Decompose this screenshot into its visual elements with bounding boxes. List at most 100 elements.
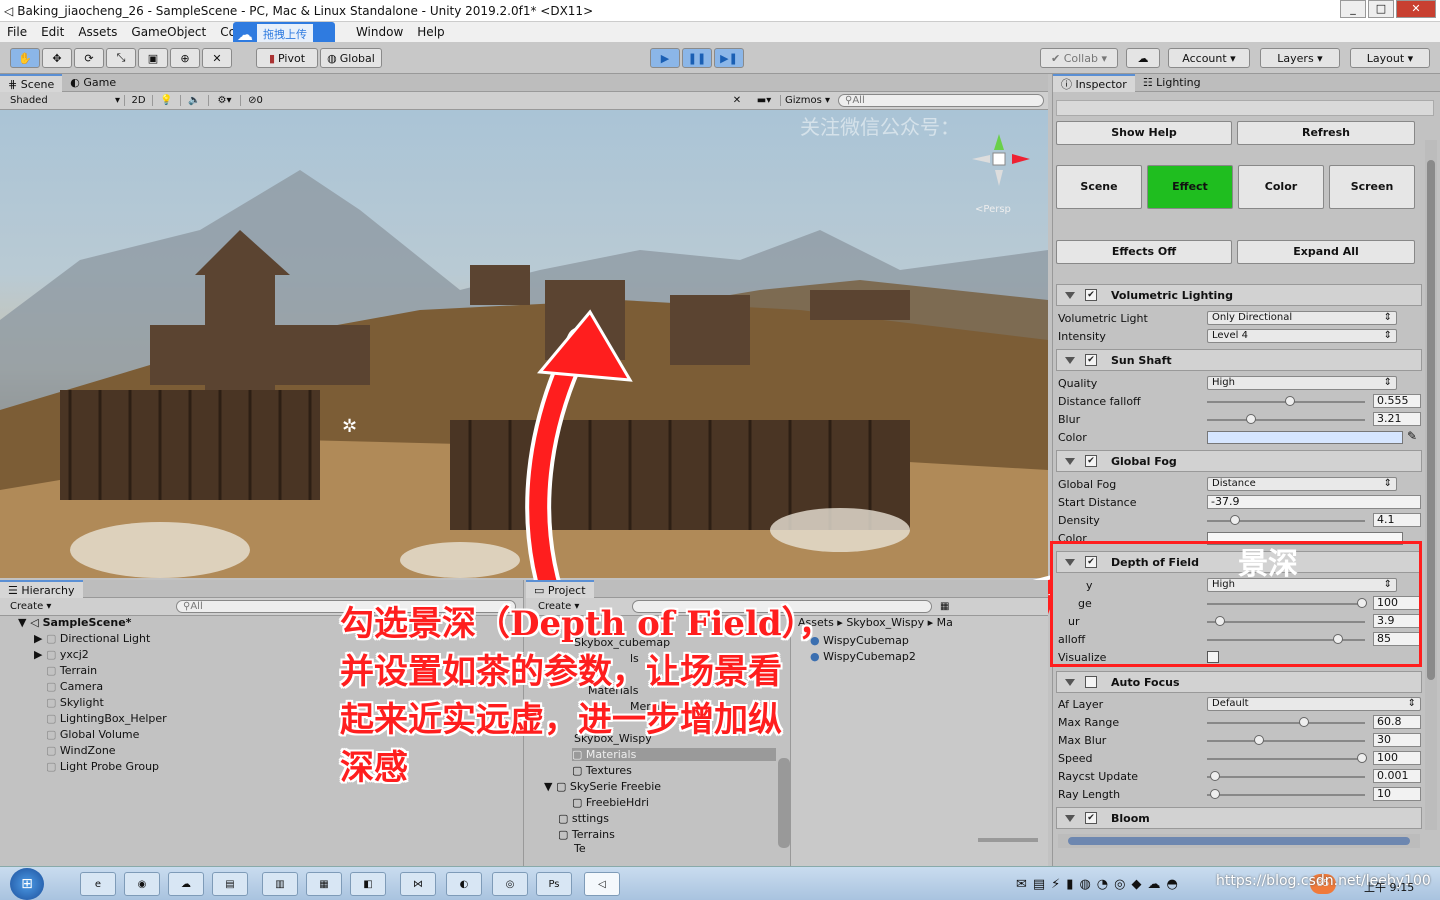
volumetric-light-dropdown[interactable]: Only Directional ⇕ (1207, 311, 1397, 325)
volumetric-checkbox[interactable]: ✔ (1085, 289, 1097, 301)
prop-label: Density (1058, 514, 1100, 527)
hierarchy-item[interactable]: ▢ LightingBox_Helper (46, 712, 167, 725)
project-tabbar: ▭ Project (526, 579, 1048, 598)
speed-slider[interactable]: 100 (1207, 751, 1423, 766)
foldout-icon[interactable] (1065, 457, 1075, 465)
sun-shaft-quality-dropdown[interactable]: High ⇕ (1207, 376, 1397, 390)
app-icon[interactable]: ▥ (262, 872, 298, 896)
slider-value-field[interactable]: 3.21 (1373, 412, 1421, 426)
start-button[interactable]: ⊞ (10, 868, 44, 900)
hierarchy-item[interactable]: ▢ WindZone (46, 744, 116, 757)
slider-value-field[interactable]: 0.001 (1373, 769, 1421, 783)
tab-inspector[interactable]: ⓘ Inspector (1053, 73, 1135, 92)
app-icon[interactable]: ◎ (492, 872, 528, 896)
show-help-button[interactable]: Show Help (1056, 121, 1232, 145)
foldout-icon[interactable] (1065, 814, 1075, 822)
eyedropper-icon[interactable]: ✎ (1407, 429, 1417, 443)
hierarchy-create-dropdown[interactable]: Create ▾ (0, 601, 60, 612)
mode-tab-color[interactable]: Color (1238, 165, 1324, 209)
global-fog-dropdown[interactable]: Distance ⇕ (1207, 477, 1397, 491)
foldout-icon[interactable] (1065, 678, 1075, 686)
dof-highlight-box (1050, 541, 1422, 667)
tab-project[interactable]: ▭ Project (526, 579, 594, 598)
hierarchy-item[interactable]: ▢ Skylight (46, 696, 104, 709)
expand-all-button[interactable]: Expand All (1237, 240, 1415, 264)
baidu-netdisk-icon[interactable]: ☁ (168, 872, 204, 896)
prop-label: Start Distance (1058, 496, 1137, 509)
section-bloom[interactable]: ✔ Bloom (1056, 807, 1422, 829)
sun-shaft-checkbox[interactable]: ✔ (1085, 354, 1097, 366)
slider-value-field[interactable]: 4.1 (1373, 513, 1421, 527)
project-folder[interactable]: Te (574, 842, 586, 855)
section-volumetric-lighting[interactable]: ✔ Volumetric Lighting (1056, 284, 1422, 306)
project-folder[interactable]: ▢ sttings (558, 812, 609, 825)
filter-icon[interactable]: ▦ (940, 601, 949, 612)
blur-slider[interactable]: 3.21 (1207, 412, 1423, 427)
density-slider[interactable]: 4.1 (1207, 513, 1423, 528)
chrome-icon[interactable]: ◉ (124, 872, 160, 896)
mode-tab-effect[interactable]: Effect (1147, 165, 1233, 209)
app-icon[interactable]: ◐ (446, 872, 482, 896)
tab-hierarchy[interactable]: ☰ Hierarchy (0, 579, 83, 598)
slider-knob[interactable] (1253, 735, 1264, 745)
slider-value-field[interactable]: 30 (1373, 733, 1421, 747)
global-fog-checkbox[interactable]: ✔ (1085, 455, 1097, 467)
icon-size-slider[interactable] (978, 838, 1038, 842)
section-auto-focus[interactable]: Auto Focus (1056, 671, 1422, 693)
max-blur-slider[interactable]: 30 (1207, 733, 1423, 748)
inspector-hscrollbar[interactable] (1058, 834, 1420, 848)
ie-icon[interactable]: e (80, 872, 116, 896)
hierarchy-item[interactable]: ▢ Global Volume (46, 728, 139, 741)
foldout-icon[interactable] (1065, 291, 1075, 299)
foldout-icon[interactable] (1065, 356, 1075, 364)
project-folder[interactable]: ▢ Terrains (558, 828, 615, 841)
refresh-button[interactable]: Refresh (1237, 121, 1415, 145)
slider-value-field[interactable]: 60.8 (1373, 715, 1421, 729)
section-sun-shaft[interactable]: ✔ Sun Shaft (1056, 349, 1422, 371)
app-icon[interactable]: ◧ (350, 872, 386, 896)
explorer-icon[interactable]: ▤ (212, 872, 248, 896)
hierarchy-item[interactable]: ▶ ▢ yxcj2 (34, 648, 89, 661)
slider-value-field[interactable]: 0.555 (1373, 394, 1421, 408)
slider-knob[interactable] (1210, 771, 1220, 781)
ray-length-slider[interactable]: 10 (1207, 787, 1423, 802)
unity-taskbar-icon[interactable]: ◁ (584, 872, 620, 896)
inspector-vscrollbar[interactable] (1425, 140, 1437, 830)
visual-studio-icon[interactable]: ⋈ (400, 872, 436, 896)
slider-value-field[interactable]: 10 (1373, 787, 1421, 801)
af-layer-dropdown[interactable]: Default ⇕ (1207, 697, 1421, 711)
dof-annotation: 景深 (1238, 547, 1298, 582)
app-icon[interactable]: ▦ (306, 872, 342, 896)
tray-icons[interactable]: ✉▤⚡▮◍◔◎◆☁◓ (1016, 877, 1184, 892)
hierarchy-item[interactable]: ▢ Camera (46, 680, 103, 693)
raycast-update-slider[interactable]: 0.001 (1207, 769, 1423, 784)
mode-tab-scene[interactable]: Scene (1056, 165, 1142, 209)
sun-shaft-color-field[interactable] (1207, 431, 1403, 444)
slider-knob[interactable] (1357, 753, 1367, 763)
hierarchy-item[interactable]: ▢ Light Probe Group (46, 760, 159, 773)
mode-tab-screen[interactable]: Screen (1329, 165, 1415, 209)
prop-label: Intensity (1058, 330, 1106, 343)
auto-focus-checkbox[interactable] (1085, 676, 1097, 688)
intensity-dropdown[interactable]: Level 4 ⇕ (1207, 329, 1397, 343)
slider-value-field[interactable]: 100 (1373, 751, 1421, 765)
slider-knob[interactable] (1210, 789, 1220, 799)
project-folder[interactable]: ▢ FreebieHdri (572, 796, 649, 809)
distance-falloff-slider[interactable]: 0.555 (1207, 394, 1423, 409)
photoshop-icon[interactable]: Ps (536, 872, 572, 896)
section-global-fog[interactable]: ✔ Global Fog (1056, 450, 1422, 472)
slider-knob[interactable] (1298, 717, 1309, 727)
slider-knob[interactable] (1285, 396, 1295, 406)
slider-knob[interactable] (1229, 515, 1240, 525)
hierarchy-scene-root[interactable]: ▼ ◁ SampleScene* (18, 616, 131, 629)
tab-lighting[interactable]: ☷ Lighting (1135, 74, 1209, 92)
start-distance-field[interactable]: -37.9 (1207, 495, 1421, 509)
gameobject-icon: ▢ (46, 728, 57, 741)
gameobject-icon: ▢ (46, 760, 57, 773)
max-range-slider[interactable]: 60.8 (1207, 715, 1423, 730)
bloom-checkbox[interactable]: ✔ (1085, 812, 1097, 824)
effects-off-button[interactable]: Effects Off (1056, 240, 1232, 264)
hierarchy-item[interactable]: ▢ Terrain (46, 664, 97, 677)
hierarchy-item[interactable]: ▶ ▢ Directional Light (34, 632, 150, 645)
slider-knob[interactable] (1246, 414, 1256, 424)
